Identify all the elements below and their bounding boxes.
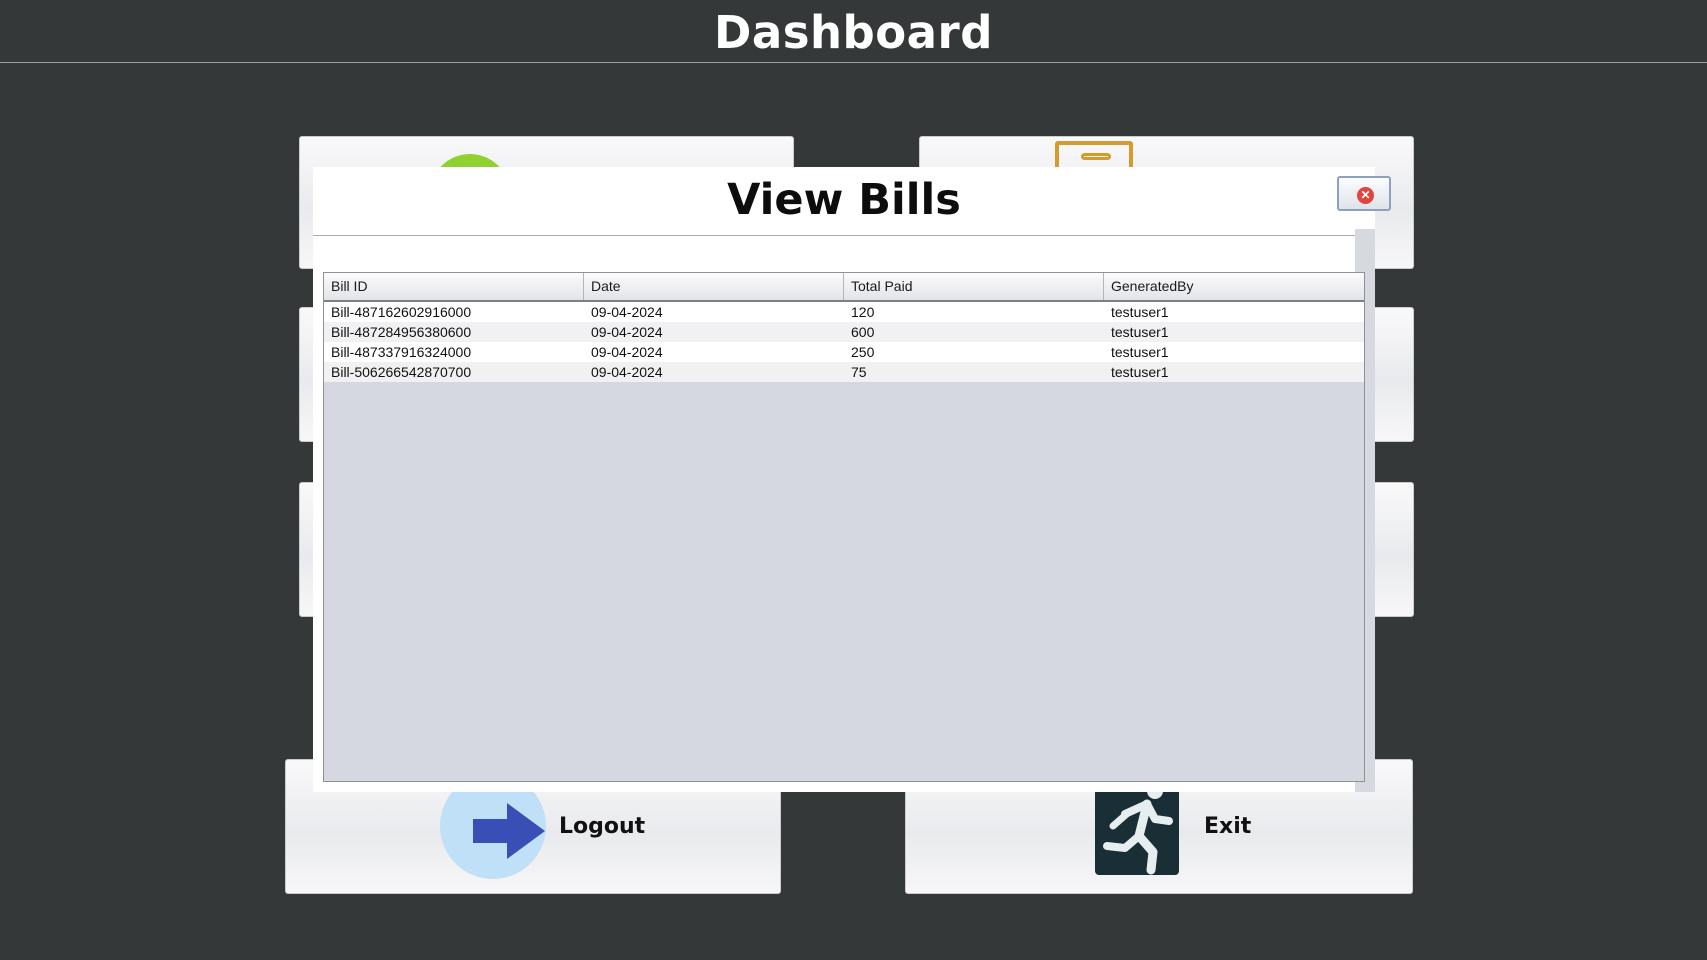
cell-date: 09-04-2024 [591,364,663,380]
logout-label: Logout [559,814,646,839]
cell-total-paid: 250 [851,344,875,360]
exit-label: Exit [1204,814,1252,839]
table-header: Bill ID Date Total Paid GeneratedBy [324,273,1364,302]
close-button[interactable]: ✕ [1337,176,1391,211]
page-title: Dashboard [714,6,993,59]
column-header-total-paid[interactable]: Total Paid [844,273,1104,300]
cell-date: 09-04-2024 [591,304,663,320]
table-row[interactable]: Bill-487337916324000 09-04-2024 250 test… [324,342,1364,362]
cell-total-paid: 75 [851,364,867,380]
table-row[interactable]: Bill-487162602916000 09-04-2024 120 test… [324,302,1364,322]
cell-bill-id: Bill-487337916324000 [331,344,472,360]
dialog-title: View Bills [727,175,961,225]
header-bar: Dashboard [0,0,1707,63]
bills-table[interactable]: Bill ID Date Total Paid GeneratedBy Bill… [323,272,1365,782]
cell-total-paid: 120 [851,304,875,320]
cell-generated-by: testuser1 [1111,364,1169,380]
column-header-generated-by[interactable]: GeneratedBy [1104,273,1364,300]
dialog-divider [313,235,1375,236]
close-icon: ✕ [1357,187,1374,204]
cell-date: 09-04-2024 [591,324,663,340]
cell-generated-by: testuser1 [1111,324,1169,340]
cell-bill-id: Bill-487162602916000 [331,304,472,320]
cell-bill-id: Bill-487284956380600 [331,324,472,340]
column-header-bill-id[interactable]: Bill ID [324,273,584,300]
view-bills-dialog: View Bills ✕ Bill ID Date Total Paid Gen… [313,167,1391,792]
table-row[interactable]: Bill-487284956380600 09-04-2024 600 test… [324,322,1364,342]
cell-date: 09-04-2024 [591,344,663,360]
column-header-date[interactable]: Date [584,273,844,300]
table-body: Bill-487162602916000 09-04-2024 120 test… [324,302,1364,382]
cell-generated-by: testuser1 [1111,304,1169,320]
cell-bill-id: Bill-506266542870700 [331,364,472,380]
cell-total-paid: 600 [851,324,875,340]
cell-generated-by: testuser1 [1111,344,1169,360]
table-row[interactable]: Bill-506266542870700 09-04-2024 75 testu… [324,362,1364,382]
